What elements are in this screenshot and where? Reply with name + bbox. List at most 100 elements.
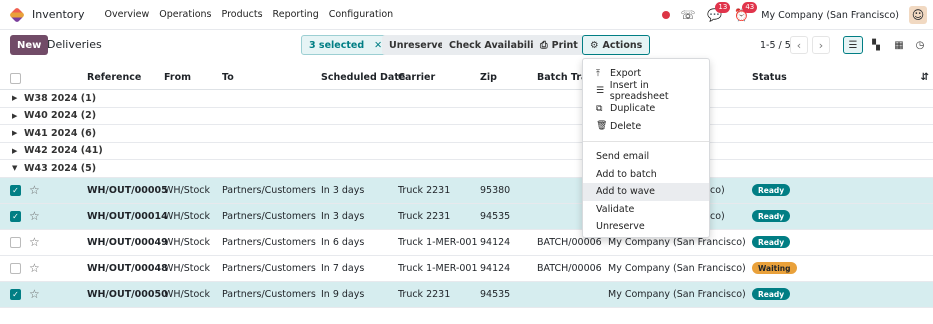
phone-icon[interactable]: ☏: [680, 8, 695, 22]
pager-previous-icon[interactable]: ‹: [790, 36, 808, 54]
menu-item-label: Send email: [596, 151, 650, 163]
status-badge: Ready: [752, 288, 791, 300]
duplicate-menu-item[interactable]: ⧉ Duplicate: [583, 100, 709, 118]
cell-to: Partners/Customers: [222, 184, 316, 196]
add-to-wave-menu-item[interactable]: Add to wave: [583, 183, 709, 201]
upload-icon: ⤒: [596, 68, 600, 79]
star-icon[interactable]: ☆: [29, 183, 40, 197]
cell-batch: BATCH/00006: [537, 236, 602, 248]
row-checkbox[interactable]: ✓: [10, 210, 21, 222]
actions-button[interactable]: ⚙ Actions: [582, 35, 651, 55]
col-carrier[interactable]: Carrier: [398, 72, 435, 83]
cell-scheduled: In 3 days: [321, 210, 365, 222]
caret-down-icon: ▼: [12, 164, 18, 173]
validate-menu-item[interactable]: Validate: [583, 201, 709, 219]
table-header: Reference From To Scheduled Date Carrier…: [0, 66, 933, 90]
cell-carrier: Truck 2231: [398, 288, 451, 300]
menu-item-label: Add to wave: [596, 186, 656, 198]
print-label: Print: [551, 39, 578, 51]
row-checkbox[interactable]: ✓: [10, 184, 21, 196]
menu-item-label: Validate: [596, 203, 635, 215]
cell-from: WH/Stock: [164, 184, 211, 196]
group-row[interactable]: ▶ W41 2024 (6): [0, 125, 933, 143]
optional-columns-icon[interactable]: ⇵: [921, 72, 929, 83]
pager-next-icon[interactable]: ›: [812, 36, 830, 54]
menu-item-label: Add to batch: [596, 168, 657, 180]
caret-right-icon: ▶: [12, 94, 18, 103]
calendar-view-icon[interactable]: ▦: [889, 36, 909, 54]
inventory-app-icon[interactable]: [9, 6, 25, 23]
copy-icon: ⧉: [596, 103, 603, 114]
add-to-batch-menu-item[interactable]: Add to batch: [583, 166, 709, 184]
row-checkbox[interactable]: [10, 236, 21, 248]
cell-reference: WH/OUT/00005: [87, 184, 168, 196]
row-checkbox[interactable]: ✓: [10, 288, 21, 300]
print-button[interactable]: ⎙ Print: [533, 35, 585, 55]
group-row[interactable]: ▶ W40 2024 (2): [0, 108, 933, 125]
col-zip[interactable]: Zip: [480, 72, 497, 83]
cell-company: co): [710, 184, 725, 196]
user-avatar[interactable]: ☺: [909, 6, 927, 24]
unreserve-menu-item[interactable]: Unreserve: [583, 218, 709, 236]
unreserve-button[interactable]: Unreserve: [382, 35, 452, 55]
status-badge: Ready: [752, 184, 791, 196]
cell-reference: WH/OUT/00050: [87, 288, 168, 300]
cell-to: Partners/Customers: [222, 262, 316, 274]
activity-view-icon[interactable]: ◷: [910, 36, 930, 54]
deliveries-table: Reference From To Scheduled Date Carrier…: [0, 66, 933, 308]
group-label: W42 2024 (41): [24, 145, 103, 157]
col-from[interactable]: From: [164, 72, 191, 83]
group-row[interactable]: ▶ W42 2024 (41): [0, 143, 933, 160]
activity-clock-icon[interactable]: ⏰ 43: [734, 2, 758, 22]
group-row[interactable]: ▼ W43 2024 (5): [0, 160, 933, 178]
table-row[interactable]: ✓ ☆ WH/OUT/00005 WH/Stock Partners/Custo…: [0, 177, 933, 204]
chat-icon[interactable]: 💬 13: [707, 2, 731, 22]
star-icon[interactable]: ☆: [29, 287, 40, 301]
cell-scheduled: In 6 days: [321, 236, 365, 248]
table-row[interactable]: ✓ ☆ WH/OUT/00050 WH/Stock Partners/Custo…: [0, 281, 933, 308]
clear-selection-icon[interactable]: ✕: [374, 40, 382, 51]
selected-count: 3 selected: [309, 39, 365, 51]
cell-batch: BATCH/00006: [537, 262, 602, 274]
cell-scheduled: In 9 days: [321, 288, 365, 300]
menu-operations[interactable]: Operations: [159, 9, 211, 20]
list-view-icon[interactable]: ☰: [843, 36, 863, 54]
top-navbar: Inventory Overview Operations Products R…: [0, 0, 933, 30]
menu-configuration[interactable]: Configuration: [329, 9, 393, 20]
status-dot-icon[interactable]: [662, 11, 671, 19]
select-all-checkbox[interactable]: [10, 73, 21, 84]
menu-products[interactable]: Products: [222, 9, 263, 20]
col-scheduled-date[interactable]: Scheduled Date: [321, 72, 405, 83]
group-label: W38 2024 (1): [24, 92, 97, 104]
activity-badge: 43: [742, 2, 758, 13]
group-row[interactable]: ▶ W38 2024 (1): [0, 90, 933, 108]
company-switcher[interactable]: My Company (San Francisco): [761, 10, 899, 21]
pager-value[interactable]: 1-5 / 5: [760, 40, 791, 51]
navbar-systray: ☏ 💬 13 ⏰ 43 My Company (San Francisco) ☺: [662, 0, 933, 30]
col-status[interactable]: Status: [752, 72, 787, 83]
menu-reporting[interactable]: Reporting: [273, 9, 319, 20]
cell-reference: WH/OUT/00048: [87, 262, 168, 274]
table-row[interactable]: ☆ WH/OUT/00049 WH/Stock Partners/Custome…: [0, 230, 933, 256]
app-name[interactable]: Inventory: [32, 8, 85, 21]
star-icon[interactable]: ☆: [29, 209, 40, 223]
col-reference[interactable]: Reference: [87, 72, 141, 83]
cell-scheduled: In 7 days: [321, 262, 365, 274]
menu-overview[interactable]: Overview: [105, 9, 150, 20]
new-button[interactable]: New: [10, 35, 49, 55]
selection-indicator[interactable]: 3 selected ✕: [301, 35, 391, 55]
table-row[interactable]: ☆ WH/OUT/00048 WH/Stock Partners/Custome…: [0, 256, 933, 282]
row-checkbox[interactable]: [10, 262, 21, 274]
status-badge: Waiting: [752, 262, 797, 274]
table-row[interactable]: ✓ ☆ WH/OUT/00014 WH/Stock Partners/Custo…: [0, 203, 933, 230]
main-menu: Overview Operations Products Reporting C…: [95, 9, 394, 20]
delete-menu-item[interactable]: 🗑 Delete: [583, 118, 709, 136]
send-email-menu-item[interactable]: Send email: [583, 148, 709, 166]
col-to[interactable]: To: [222, 72, 234, 83]
insert-spreadsheet-menu-item[interactable]: ☰ Insert in spreadsheet: [583, 80, 709, 102]
star-icon[interactable]: ☆: [29, 261, 40, 275]
cell-zip: 94535: [480, 210, 511, 222]
star-icon[interactable]: ☆: [29, 235, 40, 249]
kanban-view-icon[interactable]: ▚: [866, 36, 886, 54]
cell-to: Partners/Customers: [222, 288, 316, 300]
